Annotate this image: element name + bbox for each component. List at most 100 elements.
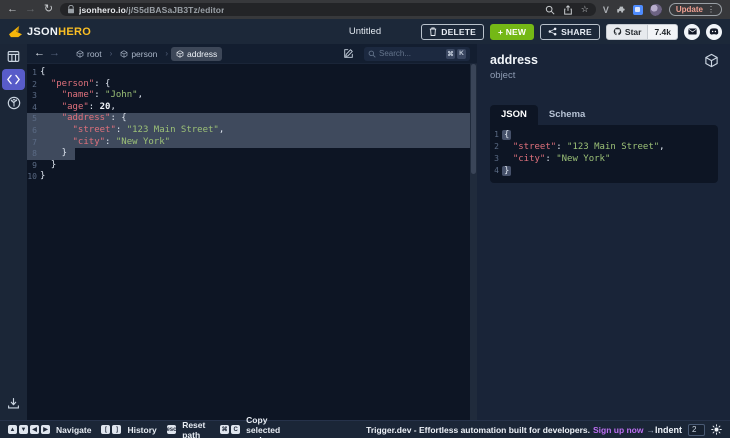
editor-scrollbar-thumb[interactable] [471,64,476,174]
shortcut-copy-node: ⌘ C Copy selected node [220,415,294,438]
editor-scrollbar[interactable] [470,64,477,420]
address-bar[interactable]: jsonhero.io/j/S5dBASaJB3Tz/editor ☆ [60,3,596,16]
jsonhero-bird-icon [9,25,22,38]
discord-button[interactable] [706,23,722,40]
trash-icon [430,27,437,36]
code-line[interactable]: 2 "person": { [27,79,470,91]
key-c: C [231,425,241,434]
kbd-k: K [457,48,466,59]
breadcrumb-label: person [131,48,158,59]
logo-text: JSONHERO [27,25,92,38]
path-back-icon[interactable]: ← [34,48,45,59]
promo-arrow-icon: → [646,424,656,435]
search-shortcut: ⌘ K [446,48,466,59]
column-view-button[interactable] [2,46,25,67]
status-bar: ▲ ▼ ◀ ▶ Navigate [ ] History esc Reset p… [0,415,730,438]
breadcrumb-item-address[interactable]: address [171,46,223,61]
indent-input[interactable]: 2 [688,423,705,436]
code-line[interactable]: 7 "city": "New York" [27,136,470,149]
theme-toggle-button[interactable] [711,424,722,435]
promo-signup-link[interactable]: Sign up now [593,425,644,435]
extensions-puzzle-icon[interactable] [616,5,626,15]
url-text: jsonhero.io/j/S5dBASaJB3Tz/editor [79,4,225,15]
code-line[interactable]: 8 } [27,148,470,160]
code-line[interactable]: 1{ [490,129,712,141]
breadcrumb-separator: › [165,49,168,58]
browser-profile-avatar[interactable] [649,3,662,16]
share-button[interactable]: SHARE [540,23,600,40]
code-line[interactable]: 3 "name": "John", [27,90,470,102]
code-line[interactable]: 3 "city": "New York" [490,153,712,165]
panel-code-lines: 1{2 "street": "123 Main Street", 3 "city"… [490,129,712,177]
code-line[interactable]: 2 "street": "123 Main Street", [490,141,712,153]
key-left: ◀ [30,425,39,434]
shortcut-label: Reset path [182,419,206,438]
line-content: "street": "123 Main Street", [72,124,225,135]
line-number: 4 [32,102,37,112]
line-number: 6 [32,125,37,135]
path-forward-icon[interactable]: → [49,48,60,59]
editor-view-button[interactable] [2,69,25,90]
code-line[interactable]: 9 } [27,160,470,172]
download-button[interactable] [2,393,25,414]
view-switcher-rail [0,44,27,420]
line-number: 3 [32,91,37,101]
jsonhero-logo[interactable]: JSONHERO [8,25,91,38]
tab-schema[interactable]: Schema [538,105,596,125]
github-star-count[interactable]: 7.4k [648,23,678,40]
github-star-label: Star [624,26,642,37]
code-line[interactable]: 4 "age": 20, [27,102,470,114]
json-editor[interactable]: 1{2 "person": {3 "name": "John", 4 "age":… [27,64,470,420]
share-page-icon[interactable] [563,4,573,15]
email-button[interactable] [684,23,700,40]
editor-lines: 1{2 "person": {3 "name": "John", 4 "age":… [27,67,470,183]
cube-icon [176,49,184,58]
breadcrumb-label: address [187,48,218,59]
github-star-widget[interactable]: Star 7.4k [605,23,678,40]
delete-button[interactable]: DELETE [421,23,484,40]
line-content: "street": "123 Main Street", [512,142,665,152]
new-label: + NEW [497,26,527,37]
github-icon [613,27,622,36]
indent-label: Indent [655,424,682,435]
share-nodes-icon [548,27,557,36]
code-line[interactable]: 4} [490,165,712,177]
key-right: ▶ [41,425,50,434]
delete-label: DELETE [441,26,476,37]
code-line[interactable]: 1{ [27,67,470,79]
browser-reload-icon[interactable]: ↻ [42,4,55,15]
code-line[interactable]: 10} [27,171,470,183]
edit-document-button[interactable] [343,48,354,59]
tree-view-button[interactable] [2,92,25,113]
bookmark-star-icon[interactable]: ☆ [581,5,589,14]
line-number: 2 [32,79,37,89]
extension-v-icon[interactable]: V [603,5,609,15]
zoom-page-icon[interactable] [545,5,555,15]
search-input[interactable]: Search... ⌘ K [364,46,470,61]
browser-update-button[interactable]: Update ⋮ [668,3,722,16]
browser-back-icon[interactable]: ← [6,4,19,15]
shortcut-label: History [127,424,157,435]
selected-node-type: object [490,70,516,81]
line-number: 4 [494,166,499,175]
main-area: ← → root › person › address Search... ⌘ … [0,44,730,420]
code-line[interactable]: 6 "street": "123 Main Street", [27,124,470,137]
code-line[interactable]: 5 "address": { [27,113,470,125]
line-number: 7 [32,137,37,147]
search-placeholder: Search... [379,49,412,58]
browser-forward-icon[interactable]: → [24,4,37,15]
new-button[interactable]: + NEW [489,23,535,40]
shortcut-label: Navigate [56,424,92,435]
column-view-icon [7,51,20,62]
line-content: } [502,166,512,176]
promo-text: Trigger.dev - Effortless automation buil… [366,424,590,435]
tab-json[interactable]: JSON [490,105,538,125]
extension-blue-icon[interactable] [632,4,643,15]
breadcrumb-item-person[interactable]: person [115,47,162,61]
line-content: "age": 20, [61,101,116,112]
breadcrumb-item-root[interactable]: root [71,47,107,61]
object-cube-icon [704,53,719,68]
breadcrumb-label: root [87,48,102,59]
selected-node-json-preview: 1{2 "street": "123 Main Street", 3 "city"… [490,125,718,183]
browser-menu-icon[interactable]: ⋮ [707,5,715,14]
